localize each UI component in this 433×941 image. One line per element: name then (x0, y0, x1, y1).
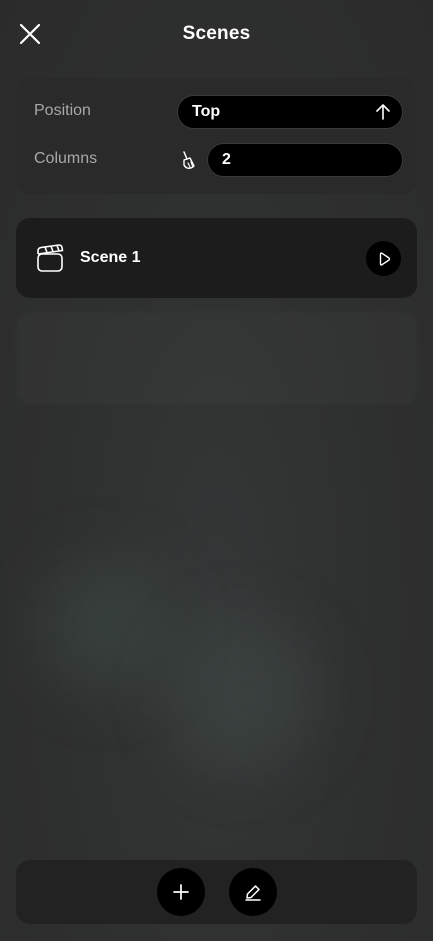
position-label: Position (34, 102, 91, 119)
arrow-up-icon (376, 104, 390, 120)
header: Scenes (0, 0, 433, 68)
brush-icon[interactable] (179, 150, 199, 170)
add-scene-button[interactable] (157, 868, 205, 916)
bottom-toolbar (16, 860, 417, 924)
pencil-icon (245, 885, 261, 901)
position-select[interactable]: Top (177, 95, 403, 129)
clapperboard-icon (37, 244, 64, 272)
background-blur (40, 560, 170, 690)
play-button[interactable] (366, 241, 401, 276)
settings-card: Position Top Columns (16, 78, 417, 194)
scene-name: Scene 1 (80, 249, 141, 266)
edit-scenes-button[interactable] (229, 868, 277, 916)
columns-label: Columns (34, 150, 98, 167)
columns-input[interactable] (207, 143, 403, 177)
page-title: Scenes (182, 23, 251, 44)
background-blur (170, 620, 320, 770)
play-icon (379, 251, 390, 266)
background-ghost-card (16, 312, 417, 404)
plus-icon (173, 884, 189, 900)
scene-card[interactable]: Scene 1 (16, 218, 417, 298)
position-value: Top (192, 103, 221, 120)
